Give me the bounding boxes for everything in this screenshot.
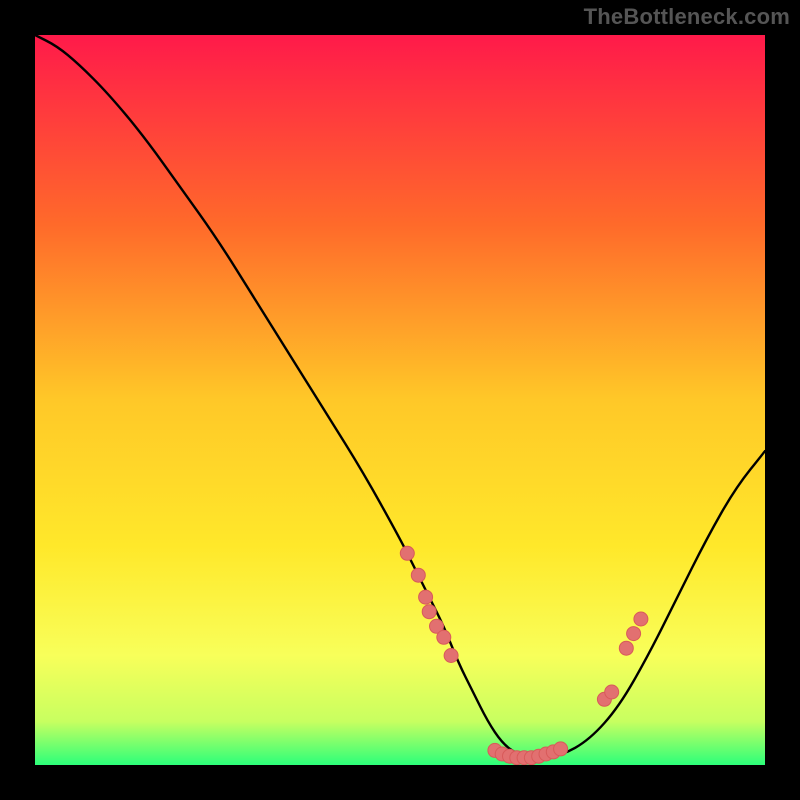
data-point	[411, 568, 425, 582]
chart-frame: TheBottleneck.com	[0, 0, 800, 800]
data-point	[634, 612, 648, 626]
data-point	[619, 641, 633, 655]
data-point	[627, 627, 641, 641]
watermark-text: TheBottleneck.com	[584, 4, 790, 30]
data-point	[400, 546, 414, 560]
data-point	[437, 630, 451, 644]
data-point	[444, 649, 458, 663]
gradient-background	[35, 35, 765, 765]
data-point	[605, 685, 619, 699]
plot-area	[35, 35, 765, 765]
chart-svg	[35, 35, 765, 765]
data-point	[422, 605, 436, 619]
data-point	[554, 742, 568, 756]
data-point	[419, 590, 433, 604]
